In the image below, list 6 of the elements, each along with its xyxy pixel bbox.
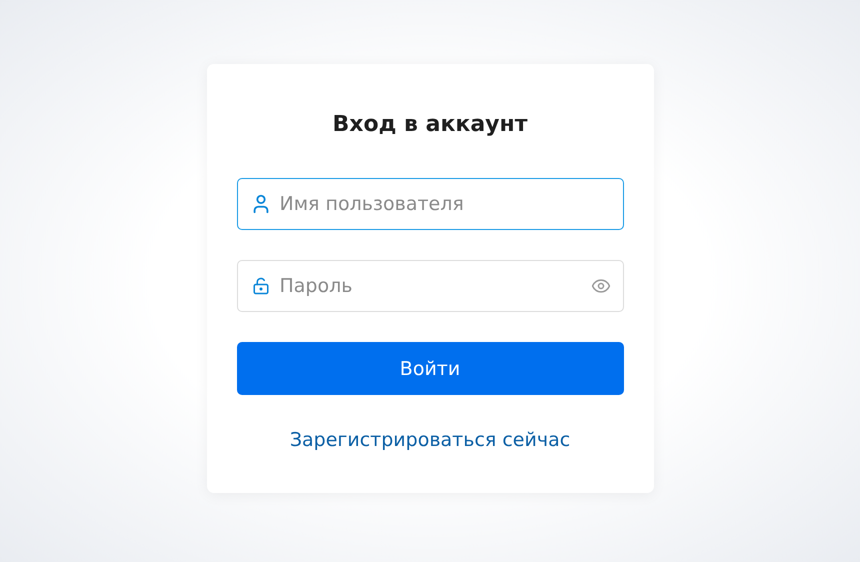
register-link[interactable]: Зарегистрироваться сейчас xyxy=(290,429,570,451)
password-field[interactable]: Пароль xyxy=(236,260,624,312)
login-button[interactable]: Войти xyxy=(236,342,624,395)
unlocked-padlock-icon xyxy=(252,277,270,295)
form-title: Вход в аккаунт xyxy=(332,111,528,139)
username-field[interactable]: Имя пользователя xyxy=(236,178,624,230)
